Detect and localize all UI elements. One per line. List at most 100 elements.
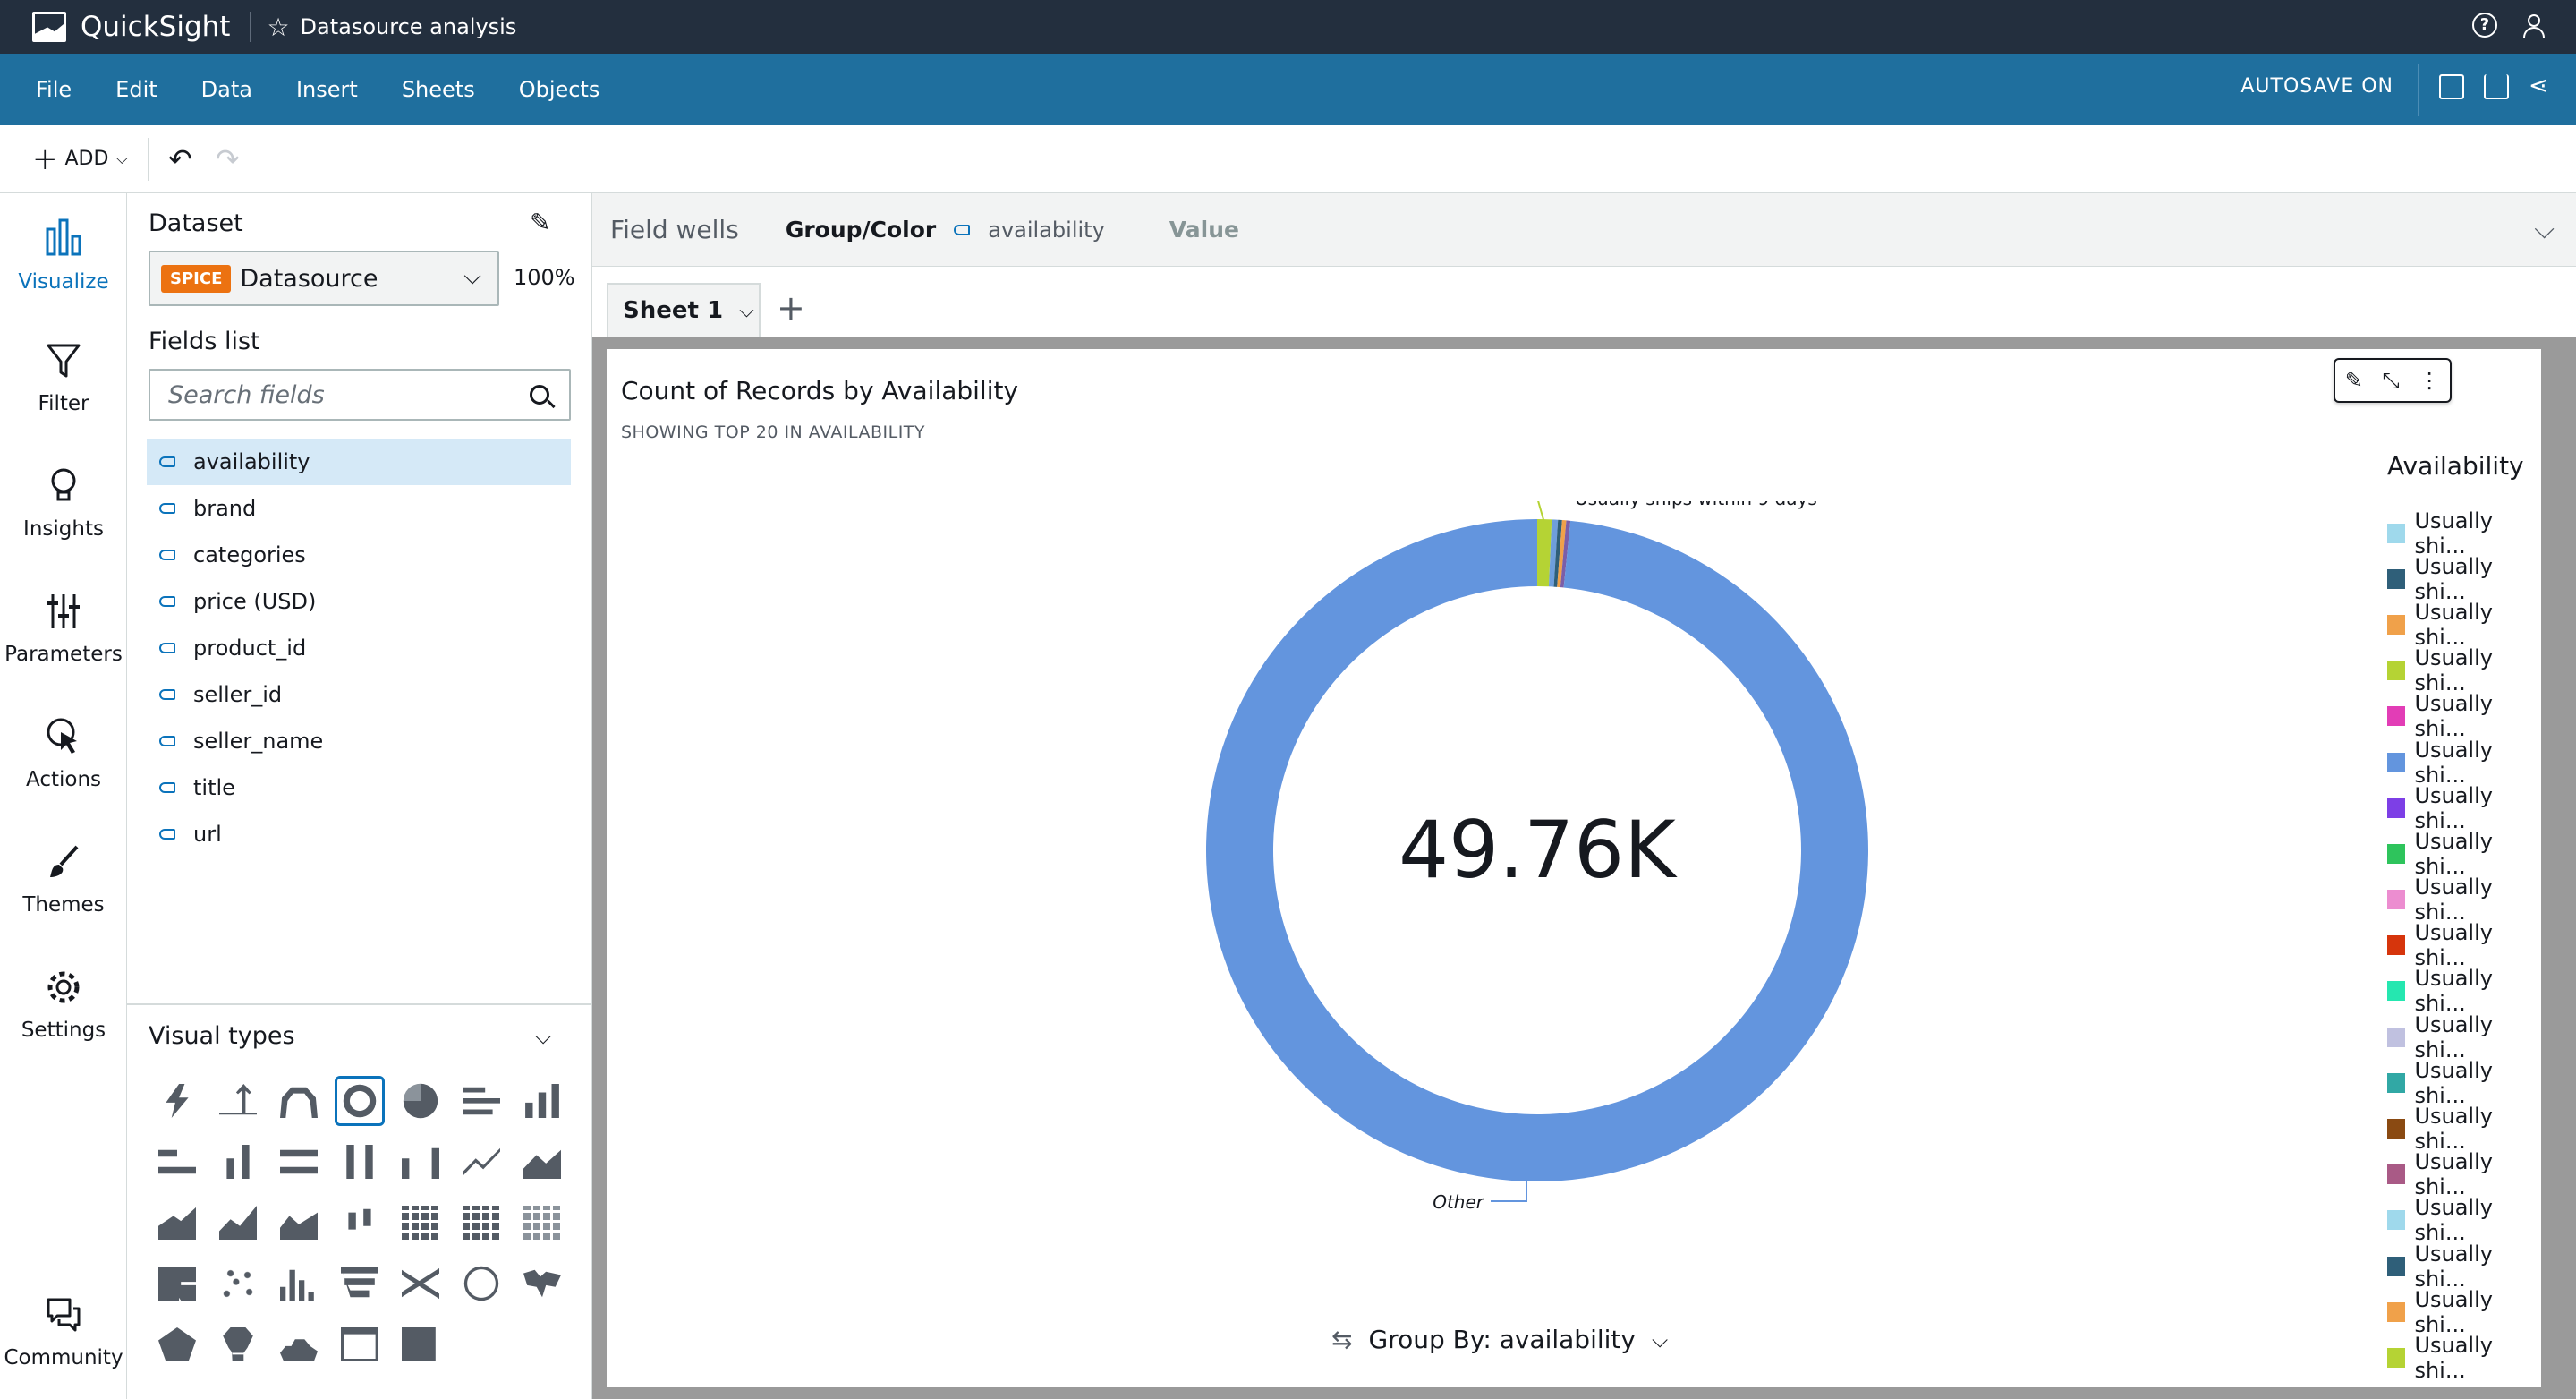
vbar-100-visual-type[interactable] (329, 1131, 390, 1192)
histogram-visual-type[interactable] (268, 1253, 329, 1314)
menu-insert[interactable]: Insert (296, 77, 358, 102)
stacked-vbar-visual-type[interactable] (208, 1131, 268, 1192)
nav-visualize[interactable]: Visualize (0, 215, 127, 294)
horizontal-bar-visual-type[interactable] (451, 1071, 512, 1131)
search-fields-input[interactable]: Search fields (149, 369, 571, 421)
more-options-icon[interactable]: ⋮ (2419, 368, 2440, 393)
download-icon[interactable] (2484, 74, 2509, 99)
help-icon[interactable]: ? (2472, 13, 2497, 38)
legend-item[interactable]: Usually shi... (2387, 1195, 2541, 1245)
legend-item[interactable]: Usually shi... (2387, 1241, 2541, 1292)
pencil-icon[interactable]: ✎ (530, 208, 550, 237)
line-multi-visual-type[interactable] (268, 1192, 329, 1253)
vertical-bar-visual-type[interactable] (512, 1071, 573, 1131)
kpi-visual-type[interactable] (208, 1071, 268, 1131)
stacked-hbar-visual-type[interactable] (147, 1131, 208, 1192)
nav-parameters[interactable]: Parameters (0, 591, 127, 666)
pencil-icon[interactable]: ✎ (2345, 368, 2363, 393)
legend-item[interactable]: Usually shi... (2387, 1333, 2541, 1383)
legend-item[interactable]: Usually shi... (2387, 1149, 2541, 1199)
star-icon[interactable]: ☆ (267, 13, 289, 42)
field-item-title[interactable]: title (147, 764, 571, 811)
insight-visual-type[interactable] (208, 1314, 268, 1375)
stacked-area-visual-type[interactable] (147, 1192, 208, 1253)
menu-sheets[interactable]: Sheets (402, 77, 475, 102)
analysis-title[interactable]: Datasource analysis (301, 14, 517, 39)
legend-item[interactable]: Usually shi... (2387, 554, 2541, 604)
nav-actions[interactable]: Actions (0, 716, 127, 791)
field-item-seller-name[interactable]: seller_name (147, 718, 571, 764)
menu-edit[interactable]: Edit (115, 77, 157, 102)
user-icon[interactable] (2521, 13, 2546, 38)
chevron-down-icon[interactable]: ⌵ (739, 300, 754, 322)
field-wells-title[interactable]: Field wells (610, 215, 739, 244)
chevron-down-icon[interactable]: ⌵ (535, 1024, 551, 1049)
save-icon[interactable] (2439, 74, 2464, 99)
legend-item[interactable]: Usually shi... (2387, 920, 2541, 970)
menu-data[interactable]: Data (201, 77, 252, 102)
line-visual-type[interactable] (451, 1131, 512, 1192)
gauge-visual-type[interactable] (268, 1071, 329, 1131)
visual-title[interactable]: Count of Records by Availability (621, 376, 1018, 405)
dataset-select[interactable]: SPICE Datasource ⌵ (149, 251, 499, 306)
legend-item[interactable]: Usually shi... (2387, 874, 2541, 925)
nav-settings[interactable]: Settings (0, 967, 127, 1042)
group-by-control[interactable]: ⇆ Group By: availability ⌵ (1331, 1325, 1668, 1354)
field-item-url[interactable]: url (147, 811, 571, 857)
field-item-seller-id[interactable]: seller_id (147, 671, 571, 718)
nav-filter[interactable]: Filter (0, 340, 127, 415)
custom-content-visual-type[interactable] (390, 1314, 451, 1375)
nav-community[interactable]: Community (0, 1294, 127, 1369)
quicksight-logo[interactable]: QuickSight (32, 11, 250, 43)
field-item-brand[interactable]: brand (147, 485, 571, 532)
chevron-down-icon[interactable]: ⌵ (2534, 214, 2555, 245)
legend-item[interactable]: Usually shi... (2387, 966, 2541, 1016)
tree-map-visual-type[interactable] (147, 1253, 208, 1314)
legend-item[interactable]: Usually shi... (2387, 1058, 2541, 1108)
donut-visual[interactable]: Count of Records by Availability SHOWING… (607, 349, 2541, 1387)
legend-item[interactable]: Usually shi... (2387, 1012, 2541, 1062)
nav-themes[interactable]: Themes (0, 841, 127, 917)
legend-item[interactable]: Usually shi... (2387, 1287, 2541, 1337)
legend-item[interactable]: Usually shi... (2387, 645, 2541, 695)
autograph-visual-type[interactable] (147, 1071, 208, 1131)
points-map-visual-type[interactable] (512, 1253, 573, 1314)
legend-item[interactable]: Usually shi... (2387, 829, 2541, 879)
legend-item[interactable]: Usually shi... (2387, 783, 2541, 833)
radar-visual-type[interactable] (147, 1314, 208, 1375)
combo-visual-type[interactable] (390, 1131, 451, 1192)
field-item-product-id[interactable]: product_id (147, 625, 571, 671)
autosave-status[interactable]: AUTOSAVE ON (2240, 75, 2393, 98)
funnel-visual-type[interactable] (329, 1253, 390, 1314)
table-visual-type[interactable] (451, 1192, 512, 1253)
menu-objects[interactable]: Objects (519, 77, 600, 102)
field-item-categories[interactable]: categories (147, 532, 571, 578)
pivot-table-visual-type[interactable] (512, 1192, 573, 1253)
undo-icon[interactable]: ↶ (168, 142, 192, 176)
nav-insights[interactable]: Insights (0, 465, 127, 541)
legend-item[interactable]: Usually shi... (2387, 1104, 2541, 1154)
value-well[interactable]: Value (1169, 217, 1239, 243)
image-visual-type[interactable] (329, 1314, 390, 1375)
field-item-availability[interactable]: availability (147, 439, 571, 485)
filled-map-visual-type[interactable] (451, 1253, 512, 1314)
legend-item[interactable]: Usually shi... (2387, 508, 2541, 559)
pie-visual-type[interactable] (390, 1071, 451, 1131)
legend-item[interactable]: Usually shi... (2387, 600, 2541, 650)
add-button[interactable]: + ADD ⌵ (32, 144, 128, 175)
menu-file[interactable]: File (36, 77, 72, 102)
area-100-visual-type[interactable] (208, 1192, 268, 1253)
donut-visual-type[interactable] (335, 1076, 385, 1126)
swap-icon[interactable]: ⇆ (1331, 1325, 1352, 1354)
box-plot-visual-type[interactable] (329, 1192, 390, 1253)
tab-sheet-1[interactable]: Sheet 1 ⌵ (607, 283, 761, 337)
heat-map-visual-type[interactable] (390, 1192, 451, 1253)
collapse-icon[interactable]: ⤡ (2382, 368, 2399, 393)
sankey-visual-type[interactable] (390, 1253, 451, 1314)
group-color-field[interactable]: availability (954, 218, 1105, 243)
hbar-100-visual-type[interactable] (268, 1131, 329, 1192)
scatter-visual-type[interactable] (208, 1253, 268, 1314)
share-icon[interactable]: ⋖ (2529, 74, 2554, 99)
word-cloud-visual-type[interactable] (268, 1314, 329, 1375)
legend-item[interactable]: Usually shi... (2387, 738, 2541, 788)
